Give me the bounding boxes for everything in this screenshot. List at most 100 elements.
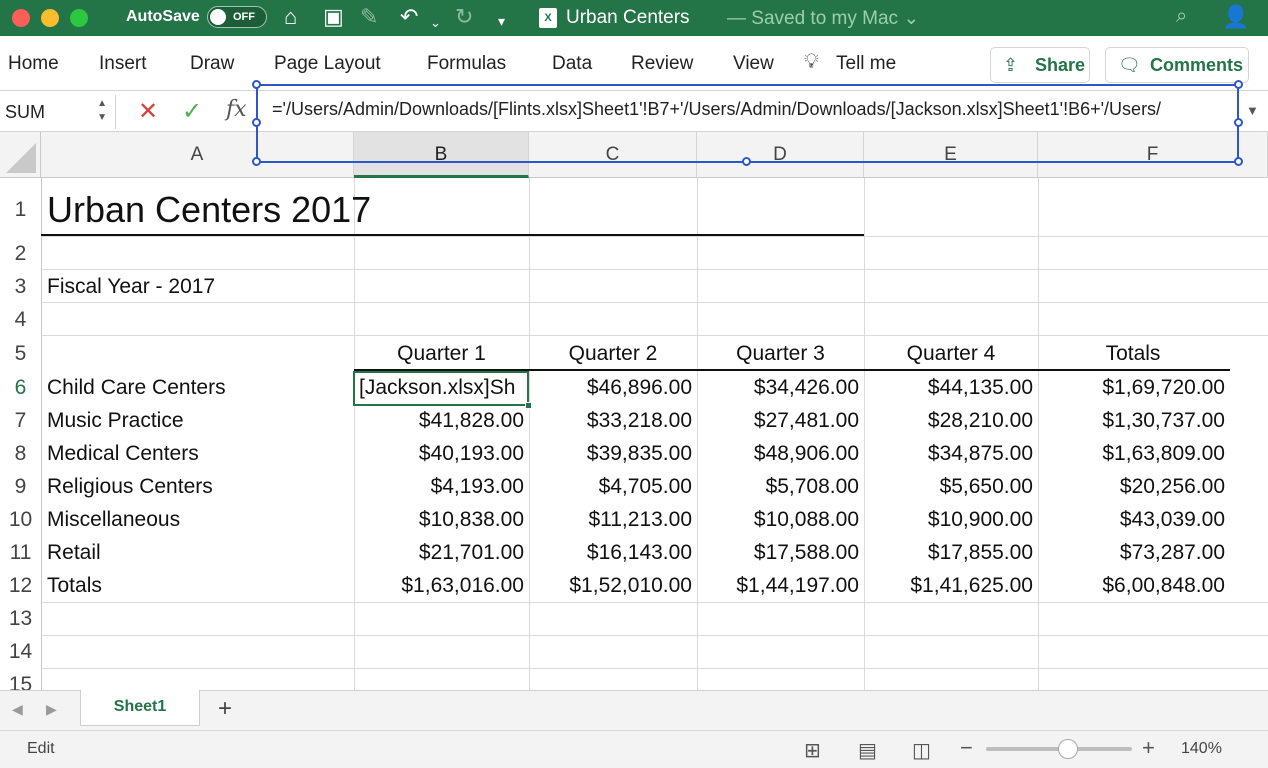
- previous-sheet-icon[interactable]: ◀: [12, 701, 23, 718]
- value-cell[interactable]: $1,69,720.00: [1038, 371, 1230, 404]
- value-cell[interactable]: $10,900.00: [864, 503, 1038, 536]
- tab-page-layout[interactable]: Page Layout: [274, 53, 381, 75]
- comments-button[interactable]: 🗨︎ Comments: [1105, 47, 1249, 83]
- column-header-e[interactable]: E: [864, 132, 1038, 178]
- customize-toolbar-icon[interactable]: ▾: [498, 8, 505, 34]
- value-cell[interactable]: $21,701.00: [354, 536, 529, 569]
- value-cell[interactable]: $48,906.00: [697, 437, 864, 470]
- row-header[interactable]: 15: [0, 668, 41, 690]
- tab-insert[interactable]: Insert: [99, 53, 147, 75]
- value-cell[interactable]: $1,63,809.00: [1038, 437, 1230, 470]
- tab-home[interactable]: Home: [8, 53, 59, 75]
- value-cell[interactable]: $10,838.00: [354, 503, 529, 536]
- value-cell[interactable]: $17,855.00: [864, 536, 1038, 569]
- zoom-out-icon[interactable]: −: [960, 735, 973, 761]
- row-label-cell[interactable]: Miscellaneous: [42, 503, 352, 536]
- row-header[interactable]: 5: [0, 337, 41, 370]
- value-cell[interactable]: $4,193.00: [354, 470, 529, 503]
- normal-view-icon[interactable]: ⊞: [804, 738, 821, 763]
- value-cell[interactable]: $11,213.00: [529, 503, 697, 536]
- search-icon[interactable]: ⌕: [1176, 5, 1187, 28]
- tab-formulas[interactable]: Formulas: [427, 53, 506, 75]
- row-header[interactable]: 4: [0, 303, 41, 336]
- zoom-in-icon[interactable]: +: [1142, 735, 1155, 761]
- confirm-formula-icon[interactable]: ✓: [182, 97, 202, 126]
- header-cell-quarter-4[interactable]: Quarter 4: [864, 337, 1038, 370]
- row-header[interactable]: 7: [0, 404, 41, 437]
- fill-handle[interactable]: [525, 402, 532, 409]
- column-header-b[interactable]: B: [354, 132, 529, 178]
- name-box-stepper-icon[interactable]: ▲ ▼: [97, 97, 107, 125]
- row-header[interactable]: 6: [0, 371, 41, 404]
- value-cell[interactable]: $20,256.00: [1038, 470, 1230, 503]
- range-handle[interactable]: [1234, 157, 1243, 166]
- header-cell-quarter-2[interactable]: Quarter 2: [529, 337, 697, 370]
- value-cell[interactable]: $46,896.00: [529, 371, 697, 404]
- range-handle[interactable]: [1234, 80, 1243, 89]
- tell-me-search[interactable]: Tell me: [836, 53, 896, 75]
- tab-view[interactable]: View: [733, 53, 774, 75]
- value-cell[interactable]: $40,193.00: [354, 437, 529, 470]
- tab-draw[interactable]: Draw: [190, 53, 234, 75]
- name-box[interactable]: SUM ▲ ▼: [0, 95, 116, 129]
- value-cell[interactable]: $34,875.00: [864, 437, 1038, 470]
- home-icon[interactable]: ⌂: [284, 4, 297, 30]
- value-cell[interactable]: $73,287.00: [1038, 536, 1230, 569]
- document-save-status[interactable]: — Saved to my Mac ⌄: [727, 7, 919, 30]
- header-cell-totals[interactable]: Totals: [1038, 337, 1228, 370]
- select-all-button[interactable]: [0, 132, 41, 178]
- close-window-button[interactable]: [12, 9, 30, 27]
- row-header[interactable]: 2: [0, 237, 41, 270]
- header-cell-quarter-1[interactable]: Quarter 1: [354, 337, 529, 370]
- save-icon[interactable]: ▣: [323, 4, 344, 30]
- undo-dropdown-icon[interactable]: ⌄: [430, 10, 441, 36]
- row-header[interactable]: 3: [0, 270, 41, 303]
- value-cell[interactable]: $39,835.00: [529, 437, 697, 470]
- value-cell[interactable]: $44,135.00: [864, 371, 1038, 404]
- range-handle[interactable]: [252, 118, 261, 127]
- user-account-icon[interactable]: 👤: [1222, 4, 1249, 30]
- value-cell[interactable]: $5,650.00: [864, 470, 1038, 503]
- next-sheet-icon[interactable]: ▶: [46, 701, 57, 718]
- row-header[interactable]: 14: [0, 635, 41, 668]
- header-cell-quarter-3[interactable]: Quarter 3: [697, 337, 864, 370]
- sheet-title-cell[interactable]: Urban Centers 2017: [42, 188, 522, 232]
- value-cell[interactable]: $1,30,737.00: [1038, 404, 1230, 437]
- value-cell[interactable]: $1,63,016.00: [354, 569, 529, 602]
- value-cell[interactable]: $1,41,625.00: [864, 569, 1038, 602]
- row-label-cell[interactable]: Music Practice: [42, 404, 352, 437]
- column-header-d[interactable]: D: [697, 132, 864, 178]
- value-cell[interactable]: $33,218.00: [529, 404, 697, 437]
- redo-icon[interactable]: ↻: [455, 4, 473, 30]
- zoom-level[interactable]: 140%: [1181, 740, 1222, 758]
- row-label-cell[interactable]: Medical Centers: [42, 437, 352, 470]
- autosave-toggle[interactable]: OFF: [207, 6, 267, 28]
- insert-function-icon[interactable]: fx: [226, 97, 247, 122]
- row-label-cell[interactable]: Child Care Centers: [42, 371, 352, 404]
- column-header-a[interactable]: A: [41, 132, 354, 178]
- range-handle[interactable]: [742, 157, 751, 166]
- row-header[interactable]: 11: [0, 536, 41, 569]
- column-header-c[interactable]: C: [529, 132, 697, 178]
- zoom-window-button[interactable]: [70, 9, 88, 27]
- sheet-tab-sheet1[interactable]: Sheet1: [80, 690, 200, 726]
- range-handle[interactable]: [252, 157, 261, 166]
- value-cell[interactable]: $43,039.00: [1038, 503, 1230, 536]
- value-cell[interactable]: $16,143.00: [529, 536, 697, 569]
- value-cell[interactable]: $6,00,848.00: [1038, 569, 1230, 602]
- tab-data[interactable]: Data: [552, 53, 592, 75]
- zoom-slider-thumb[interactable]: [1058, 739, 1078, 759]
- fiscal-year-cell[interactable]: Fiscal Year - 2017: [42, 270, 352, 303]
- value-cell[interactable]: $17,588.00: [697, 536, 864, 569]
- row-header[interactable]: 9: [0, 470, 41, 503]
- row-label-cell[interactable]: Retail: [42, 536, 352, 569]
- share-button[interactable]: ⇪ Share: [990, 47, 1090, 83]
- row-header[interactable]: 10: [0, 503, 41, 536]
- page-break-preview-icon[interactable]: ◫: [912, 738, 931, 763]
- expand-formula-bar-icon[interactable]: ▼: [1246, 103, 1259, 118]
- row-label-cell[interactable]: Totals: [42, 569, 352, 602]
- value-cell[interactable]: $27,481.00: [697, 404, 864, 437]
- edit-document-icon[interactable]: ✎: [360, 4, 378, 30]
- row-header[interactable]: 13: [0, 602, 41, 635]
- range-handle[interactable]: [1234, 118, 1243, 127]
